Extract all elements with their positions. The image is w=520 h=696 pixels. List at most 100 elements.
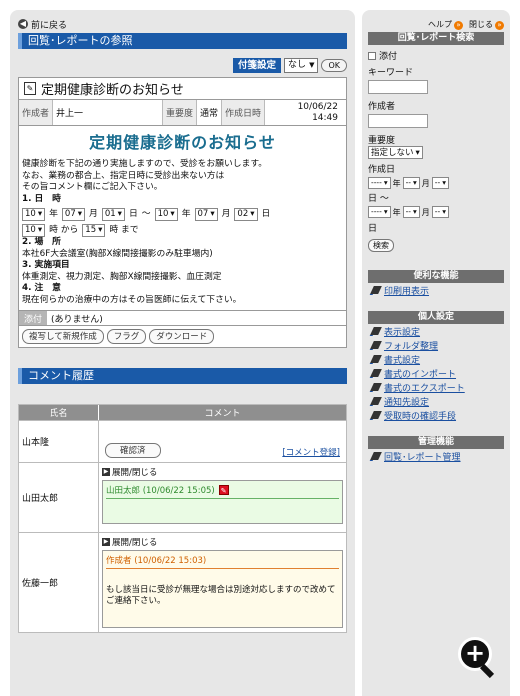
year-value: ---- <box>371 207 382 216</box>
time-from-select[interactable]: 10 ▾ <box>22 224 46 237</box>
receipt-confirm-link[interactable]: .受取時の確認手段 <box>368 408 504 422</box>
section-heading-place: 2. 場 所 <box>22 237 61 247</box>
comment-cell: 確認済 [コメント登録] <box>99 421 346 462</box>
pencil-icon: . <box>370 452 382 460</box>
month-unit: 月 <box>421 207 430 217</box>
add-comment-link[interactable]: [コメント登録] <box>282 446 340 458</box>
comment-text: もし該当日に受診が無理な場合は別途対応しますので改めてご連絡下さい。 <box>106 585 336 606</box>
comment-header: 山田太郎 (10/06/22 15:05) ✎ <box>103 481 342 498</box>
comment-cell: ▶ 展開/閉じる 山田太郎 (10/06/22 15:05) ✎ <box>99 463 346 532</box>
search-panel-title: 回覧･レポート検索 <box>368 32 504 45</box>
time-to-select[interactable]: 15 ▾ <box>82 224 106 237</box>
pencil-icon: . <box>370 327 382 335</box>
search-button[interactable]: 検索 <box>368 239 394 252</box>
from-month-select[interactable]: -- ▾ <box>402 177 420 189</box>
comment-history-title: コメント履歴 <box>18 368 347 384</box>
commenter-name: 佐藤一郎 <box>19 533 99 632</box>
to-year-select[interactable]: ---- ▾ <box>368 206 391 218</box>
circulation-admin-link[interactable]: .回覧･レポート管理 <box>368 449 504 463</box>
author-input[interactable] <box>368 114 428 128</box>
print-view-link[interactable]: .印刷用表示 <box>368 283 504 297</box>
attach-checkbox-row[interactable]: 添付 <box>368 49 504 62</box>
created-date-search-label: 作成日 <box>368 165 396 175</box>
flag-icon[interactable]: ✎ <box>218 485 229 495</box>
comment-divider <box>106 498 339 499</box>
author-value: 井上一 <box>53 100 164 125</box>
range-tilde: 日 〜 <box>368 194 389 204</box>
personal-title: 個人設定 <box>368 311 504 324</box>
from-year-select[interactable]: ---- ▾ <box>368 177 391 189</box>
author-search-label: 作成者 <box>368 102 396 112</box>
link-label: 回覧･レポート管理 <box>384 452 461 463</box>
section-heading-date: 1. 日 時 <box>22 193 61 204</box>
expand-collapse-toggle[interactable]: ▶ 展開/閉じる <box>102 536 343 548</box>
confirm-button[interactable]: 確認済 <box>105 443 161 458</box>
year-unit: 年 <box>392 207 401 217</box>
year-value: ---- <box>371 178 382 187</box>
comment-box: 山田太郎 (10/06/22 15:05) ✎ <box>102 480 343 524</box>
link-label: 書式設定 <box>384 355 421 366</box>
chevron-down-icon: ▾ <box>383 178 388 187</box>
attach-checkbox-label: 添付 <box>379 52 398 62</box>
flag-button[interactable]: フラグ <box>106 329 147 344</box>
tag-select[interactable]: なし ▼ <box>284 57 319 73</box>
expand-icon: ▶ <box>102 538 110 546</box>
back-arrow-icon: ◀ <box>18 19 28 29</box>
document-card: ✎ 定期健康診断のお知らせ 作成者 井上一 重要度 通常 作成日時 10/06/… <box>18 77 347 348</box>
keyword-input[interactable] <box>368 80 428 94</box>
date-to-row: ---- ▾ 年 -- ▾ 月 -- ▾ <box>368 206 504 218</box>
useful-title: 便利な機能 <box>368 270 504 283</box>
download-button[interactable]: ダウンロード <box>149 329 215 344</box>
comment-row: 山田太郎 ▶ 展開/閉じる 山田太郎 (10/06/22 15:05) ✎ <box>19 462 346 532</box>
toggle-label: 展開/閉じる <box>112 468 158 478</box>
to-day-select[interactable]: -- ▾ <box>431 206 449 218</box>
back-link[interactable]: ◀ 前に戻る <box>18 18 347 31</box>
link-label: 書式のエクスポート <box>384 383 465 394</box>
attach-checkbox[interactable] <box>368 51 376 60</box>
from-day-select[interactable]: -- ▾ <box>431 177 449 189</box>
day-value: -- <box>434 207 441 216</box>
from-day-value: 01 <box>104 209 116 219</box>
sidebar-top-links: ヘルプ» 閉じる» <box>368 18 504 30</box>
to-year-select[interactable]: 10 ▾ <box>154 208 178 221</box>
main-panel: ◀ 前に戻る 回覧･レポートの参照 付箋設定 なし ▼ OK ✎ 定期健康診断のお… <box>10 10 355 696</box>
time-from-unit: 時 から <box>49 224 79 235</box>
format-import-link[interactable]: .書式のインポート <box>368 366 504 380</box>
comment-author-time: 作成者 (10/06/22 15:03) <box>106 556 207 566</box>
close-link[interactable]: 閉じる» <box>469 19 504 30</box>
chevron-down-icon: ▾ <box>77 209 83 219</box>
chevron-down-icon: ▾ <box>250 209 255 219</box>
help-link[interactable]: ヘルプ» <box>428 19 463 30</box>
to-day-select[interactable]: 02 ▾ <box>234 208 258 221</box>
month-unit: 月 <box>421 178 430 188</box>
link-label: フォルダ整理 <box>384 341 439 352</box>
note-text: 現在何らかの治療中の方はその旨医師に伝えて下さい。 <box>22 294 242 305</box>
chevron-down-icon: ▾ <box>413 207 417 216</box>
from-month-select[interactable]: 07 ▾ <box>61 208 86 221</box>
format-export-link[interactable]: .書式のエクスポート <box>368 380 504 394</box>
link-label: 表示設定 <box>384 327 421 338</box>
intro-line: その旨コメント欄にご記入下さい。 <box>22 182 163 192</box>
importance-search-label: 重要度 <box>368 136 396 146</box>
from-year-select[interactable]: 10 ▾ <box>22 208 46 221</box>
notify-settings-link[interactable]: .通知先設定 <box>368 394 504 408</box>
section-heading-items: 3. 実施項目 <box>22 260 70 270</box>
comment-table-header: 氏名 コメント <box>19 405 346 420</box>
chevron-down-icon: ▾ <box>442 178 446 187</box>
from-day-select[interactable]: 01 ▾ <box>101 208 125 221</box>
attachment-label: 添付 <box>19 311 47 325</box>
display-settings-link[interactable]: .表示設定 <box>368 324 504 338</box>
day-unit: 日 <box>261 208 271 219</box>
copy-new-button[interactable]: 複写して新規作成 <box>22 329 104 344</box>
importance-select[interactable]: 指定しない ▾ <box>368 146 423 159</box>
expand-collapse-toggle[interactable]: ▶ 展開/閉じる <box>102 466 343 478</box>
to-month-select[interactable]: -- ▾ <box>402 206 420 218</box>
month-value: -- <box>405 178 412 187</box>
intro-line: なお、業務の都合上、指定日時に受診出来ない方は <box>22 170 225 181</box>
to-month-select[interactable]: 07 ▾ <box>194 208 218 221</box>
format-settings-link[interactable]: .書式設定 <box>368 352 504 366</box>
commenter-name: 山田太郎 <box>19 463 99 532</box>
folder-organize-link[interactable]: .フォルダ整理 <box>368 338 504 352</box>
ok-button[interactable]: OK <box>321 58 347 72</box>
toggle-label: 展開/閉じる <box>112 538 158 548</box>
